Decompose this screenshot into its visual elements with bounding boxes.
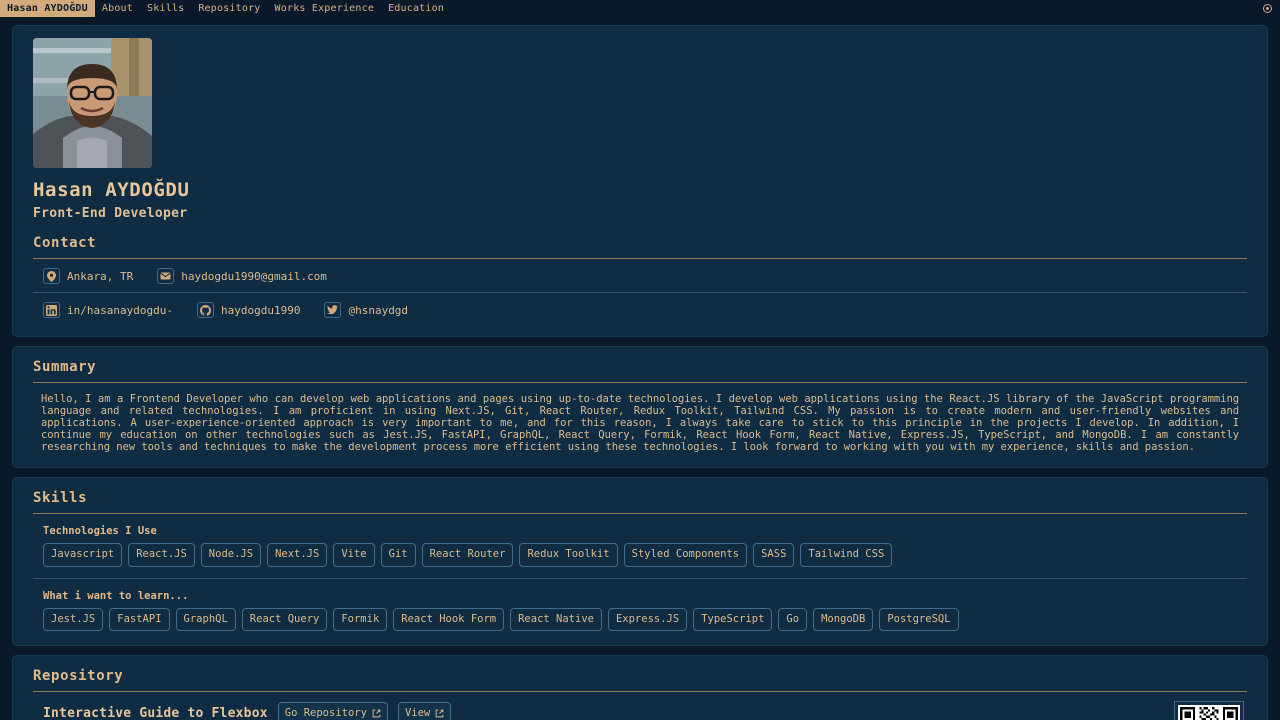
theme-toggle-button[interactable] xyxy=(1259,0,1276,17)
contact-divider xyxy=(33,258,1247,259)
contact-row: Ankara, TR haydogdu1990@gmail.com xyxy=(33,259,1247,292)
contact-email-text: haydogdu1990@gmail.com xyxy=(181,269,327,283)
avatar xyxy=(33,38,152,168)
profile-photo xyxy=(33,38,152,168)
envelope-icon xyxy=(157,268,175,284)
summary-divider xyxy=(33,382,1247,383)
learn-chip[interactable]: GraphQL xyxy=(175,607,236,632)
learn-chip[interactable]: PostgreSQL xyxy=(879,607,959,632)
learn-chip[interactable]: Jest.JS xyxy=(43,607,104,632)
skill-chip[interactable]: Vite xyxy=(333,543,375,567)
go-repository-button[interactable]: Go Repository xyxy=(277,702,388,720)
skills-divider xyxy=(33,513,1247,515)
learn-chip[interactable]: Go xyxy=(778,607,808,632)
skill-chip[interactable]: React Router xyxy=(421,543,514,567)
skill-chip[interactable]: Javascript xyxy=(43,543,123,567)
nav-item-repository[interactable]: Repository xyxy=(191,0,267,17)
page-title: Hasan AYDOĞDU xyxy=(33,179,190,201)
learn-chip[interactable]: React Native xyxy=(510,607,602,632)
contact-twitter[interactable]: @hsnaydgd xyxy=(324,302,408,318)
skill-chip[interactable]: React.JS xyxy=(128,543,195,567)
repository-divider xyxy=(33,691,1247,693)
contact-location-text: Ankara, TR xyxy=(67,269,134,283)
skills-learn-list: Jest.JS FastAPI GraphQL React Query Form… xyxy=(33,607,1247,632)
repository-item-content: Interactive Guide to Flexbox Go Reposito… xyxy=(43,702,1175,720)
skill-chip[interactable]: Next.JS xyxy=(267,543,328,567)
repository-section-title: Repository xyxy=(33,668,124,685)
skills-used-list: Javascript React.JS Node.JS Next.JS Vite… xyxy=(33,543,1247,567)
learn-chip[interactable]: React Query xyxy=(241,607,328,632)
contact-linkedin[interactable]: in/hasanaydogdu- xyxy=(43,302,173,318)
skill-chip[interactable]: Redux Toolkit xyxy=(519,543,618,567)
external-link-icon xyxy=(435,709,444,718)
skills-card: Skills Technologies I Use Javascript Rea… xyxy=(12,477,1268,647)
nav-item-works-experience[interactable]: Works Experience xyxy=(268,0,382,17)
contact-location[interactable]: Ankara, TR xyxy=(43,268,133,284)
skills-inner-divider xyxy=(33,577,1247,579)
profile-role: Front-End Developer xyxy=(33,206,188,221)
view-button[interactable]: View xyxy=(397,702,452,720)
skills-used-label: Technologies I Use xyxy=(43,525,157,538)
skill-chip[interactable]: Node.JS xyxy=(200,543,262,567)
top-navbar: Hasan AYDOĞDU About Skills Repository Wo… xyxy=(0,0,1280,17)
skill-chip[interactable]: SASS xyxy=(753,543,795,567)
sun-icon xyxy=(1263,4,1272,13)
nav-item-education[interactable]: Education xyxy=(381,0,451,17)
contact-linkedin-text: in/hasanaydogdu- xyxy=(67,303,173,317)
learn-chip[interactable]: React Hook Form xyxy=(393,607,505,632)
twitter-icon xyxy=(324,302,342,318)
go-repository-label: Go Repository xyxy=(284,707,367,720)
summary-card: Summary Hello, I am a Frontend Developer… xyxy=(12,346,1268,469)
external-link-icon xyxy=(372,709,381,718)
qr-code[interactable] xyxy=(1174,701,1244,720)
contact-twitter-text: @hsnaydgd xyxy=(348,303,409,317)
skill-chip[interactable]: Git xyxy=(380,543,416,567)
linkedin-icon xyxy=(43,302,60,318)
skill-chip[interactable]: Tailwind CSS xyxy=(800,543,893,567)
summary-section-title: Summary xyxy=(33,359,97,375)
contact-email[interactable]: haydogdu1990@gmail.com xyxy=(157,268,327,284)
profile-card: Hasan AYDOĞDU Front-End Developer Contac… xyxy=(12,25,1268,337)
learn-chip[interactable]: FastAPI xyxy=(109,607,170,632)
learn-chip[interactable]: Express.JS xyxy=(607,607,688,632)
learn-chip[interactable]: TypeScript xyxy=(693,607,773,632)
skill-chip[interactable]: Styled Components xyxy=(623,543,748,567)
nav-brand[interactable]: Hasan AYDOĞDU xyxy=(0,0,95,17)
learn-chip[interactable]: MongoDB xyxy=(813,607,874,632)
qr-code-image xyxy=(1178,705,1240,720)
learn-chip[interactable]: Formik xyxy=(333,607,388,632)
skills-learn-label: What i want to learn... xyxy=(43,589,189,602)
repository-item-title: Interactive Guide to Flexbox xyxy=(43,706,268,720)
page-body: Hasan AYDOĞDU Front-End Developer Contac… xyxy=(0,17,1280,720)
github-icon xyxy=(196,302,214,318)
location-pin-icon xyxy=(43,268,60,284)
summary-text: Hello, I am a Frontend Developer who can… xyxy=(41,393,1239,454)
repository-card: Repository Interactive Guide to Flexbox … xyxy=(12,655,1268,720)
skills-section-title: Skills xyxy=(33,490,88,507)
view-label: View xyxy=(404,707,431,720)
nav-item-about[interactable]: About xyxy=(95,0,140,17)
contact-github[interactable]: haydogdu1990 xyxy=(196,302,301,318)
contact-github-text: haydogdu1990 xyxy=(220,303,301,317)
repository-item: Interactive Guide to Flexbox Go Reposito… xyxy=(33,701,1247,720)
nav-item-skills[interactable]: Skills xyxy=(140,0,191,17)
repository-item-header: Interactive Guide to Flexbox Go Reposito… xyxy=(43,702,1175,720)
contact-row: in/hasanaydogdu- haydogdu1990 @hsnaydgd xyxy=(33,292,1247,326)
contact-section-title: Contact xyxy=(33,235,97,251)
